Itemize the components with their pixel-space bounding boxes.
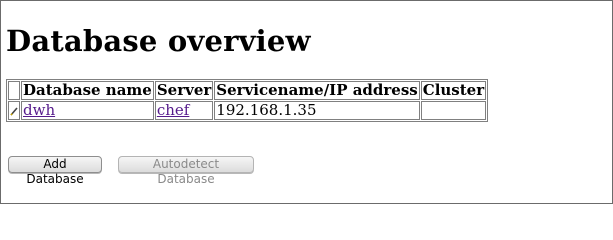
column-header-server: Server: [154, 81, 214, 100]
column-header-service-ip: Servicename/IP address: [214, 81, 420, 100]
table-row: dwh chef 192.168.1.35: [8, 101, 487, 120]
server-link[interactable]: chef: [157, 101, 190, 119]
database-name-link[interactable]: dwh: [23, 101, 55, 119]
edit-icon[interactable]: [9, 102, 19, 119]
column-header-cluster: Cluster: [420, 81, 487, 100]
column-header-database-name: Database name: [21, 81, 154, 100]
edit-column-header: [8, 81, 20, 100]
service-ip-cell: 192.168.1.35: [214, 101, 420, 120]
autodetect-database-button[interactable]: Autodetect Database: [118, 156, 254, 186]
app-window: Database overview Database name Server S…: [0, 0, 613, 204]
database-name-cell: dwh: [21, 101, 154, 120]
cluster-cell: [420, 101, 487, 120]
edit-cell[interactable]: [8, 101, 20, 120]
page-title: Database overview: [6, 24, 311, 58]
add-database-button[interactable]: Add Database: [8, 156, 102, 186]
table-header-row: Database name Server Servicename/IP addr…: [8, 81, 487, 100]
server-cell: chef: [154, 101, 214, 120]
database-table: Database name Server Servicename/IP addr…: [6, 79, 489, 122]
